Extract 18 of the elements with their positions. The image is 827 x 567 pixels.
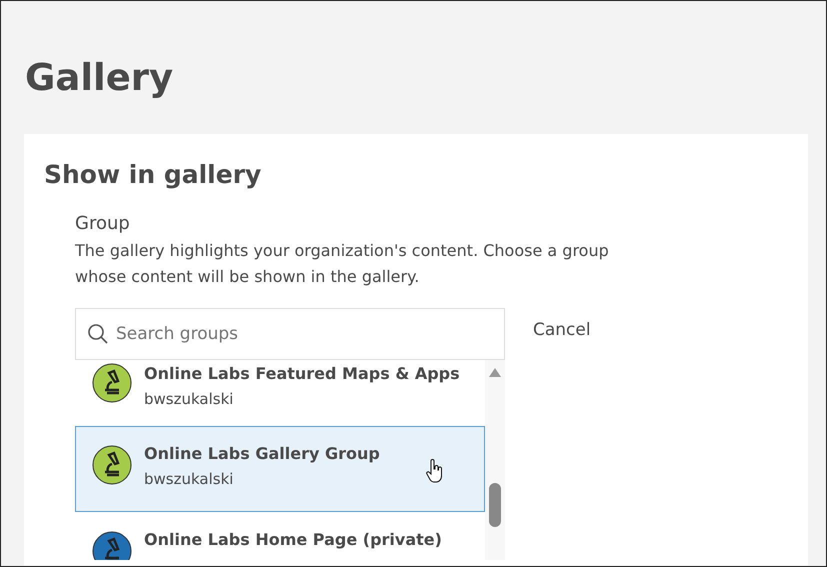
group-list-item[interactable]: Online Labs Home Page (private) (75, 512, 485, 560)
section-title: Show in gallery (44, 159, 262, 191)
group-list-item[interactable]: Online Labs Featured Maps & Apps bwszukalski (75, 360, 485, 426)
group-owner: bwszukalski (144, 389, 234, 410)
field-description: The gallery highlights your organization's content. Choose a group whose content will be shown in the gallery. (75, 240, 610, 288)
group-list-item[interactable]: Online Labs Gallery Group bwszukalski (75, 426, 485, 512)
cancel-button[interactable]: Cancel (527, 308, 597, 352)
group-name: Online Labs Featured Maps & Apps (144, 363, 460, 385)
scroll-up-arrow-icon[interactable] (489, 368, 501, 377)
page-title: Gallery (25, 55, 174, 101)
scrollbar[interactable] (485, 360, 505, 560)
group-name: Online Labs Gallery Group (144, 443, 380, 465)
hand-pointer-icon (426, 459, 444, 483)
field-label: Group (75, 212, 131, 236)
group-owner: bwszukalski (144, 469, 234, 490)
scrollbar-thumb[interactable] (489, 483, 501, 527)
search-field[interactable]: Search groups (75, 308, 505, 360)
group-name: Online Labs Home Page (private) (144, 529, 442, 551)
